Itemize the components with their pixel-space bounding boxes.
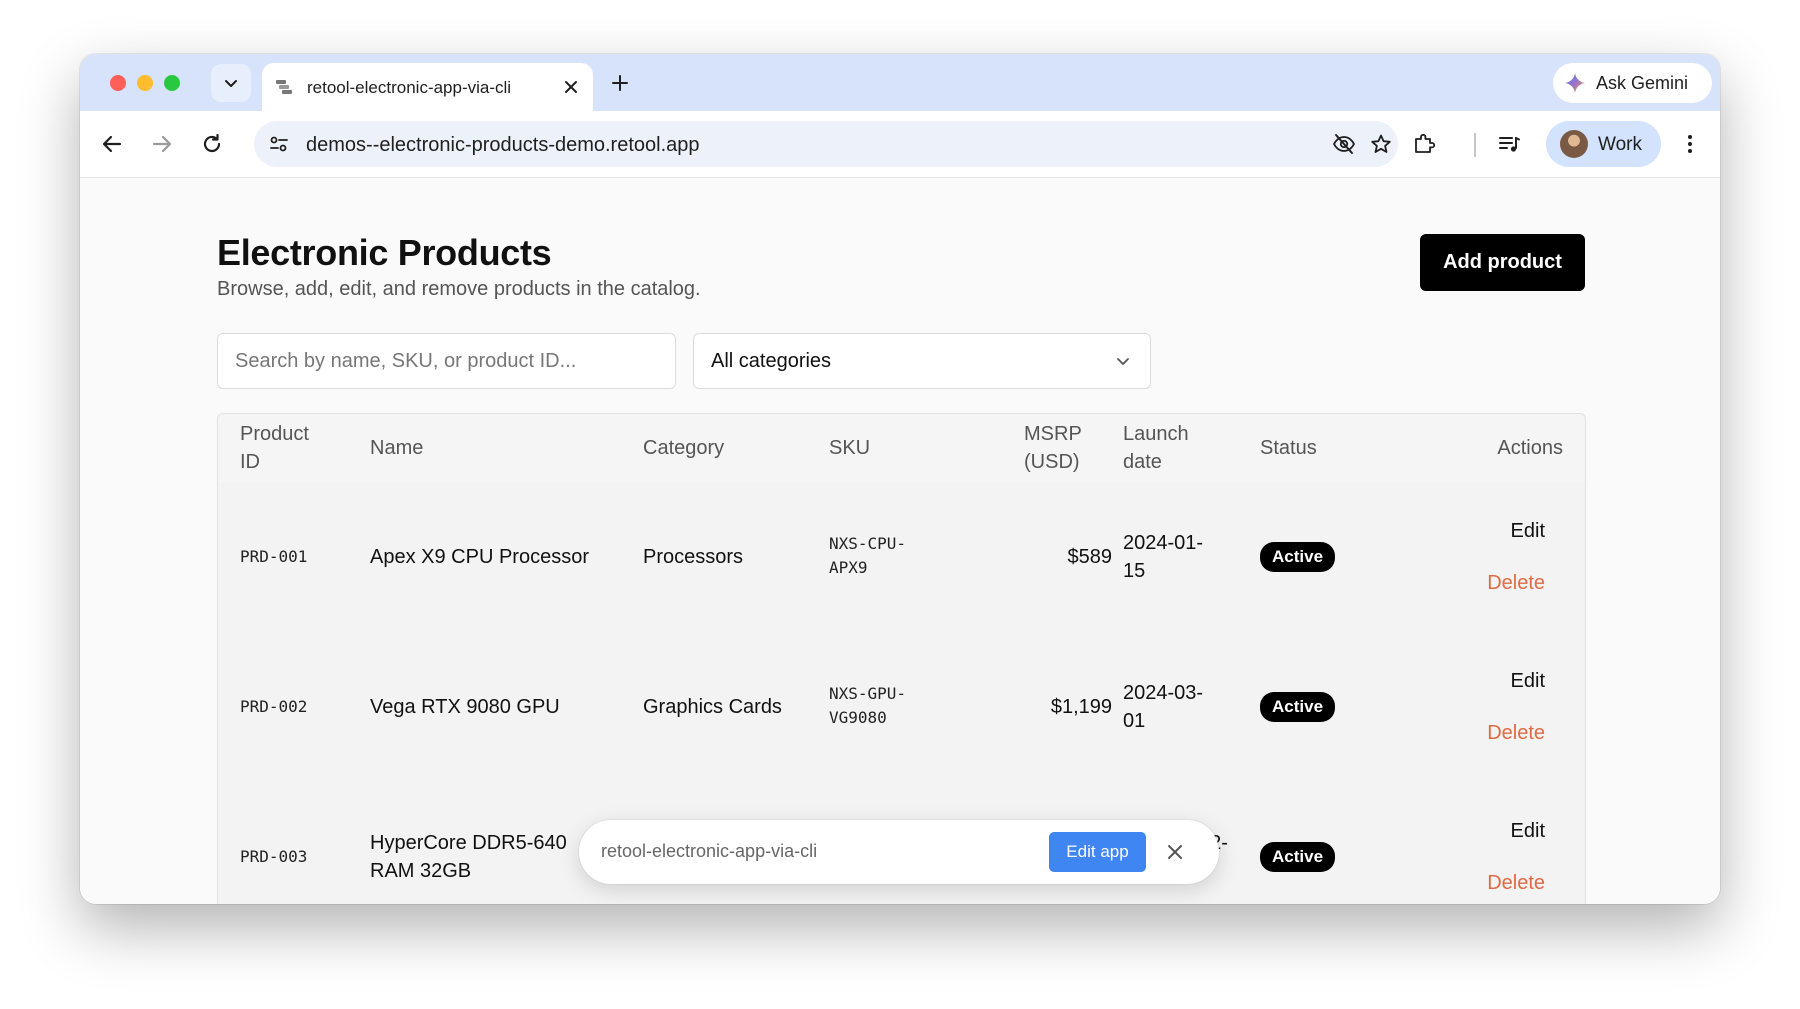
add-product-button[interactable]: Add product <box>1420 234 1585 291</box>
tab-close-button[interactable] <box>559 75 583 99</box>
product-id-cell: PRD-003 <box>240 847 308 866</box>
column-header-product-id[interactable]: Product ID <box>240 420 309 476</box>
status-badge: Active <box>1260 692 1336 722</box>
column-header-name[interactable]: Name <box>370 434 423 462</box>
category-cell: Graphics Cards <box>643 696 782 718</box>
site-info-button[interactable] <box>264 129 294 159</box>
column-header-status[interactable]: Status <box>1260 434 1317 462</box>
url-text[interactable]: demos--electronic-products-demo.retool.a… <box>306 134 700 157</box>
tracking-protection-button[interactable] <box>1329 129 1359 159</box>
floating-bar-close-button[interactable] <box>1161 838 1189 866</box>
bookmark-button[interactable] <box>1366 129 1396 159</box>
forward-button[interactable] <box>147 129 177 159</box>
plus-icon <box>612 75 628 91</box>
arrow-left-icon <box>102 135 122 153</box>
edit-app-button[interactable]: Edit app <box>1049 832 1146 872</box>
tab-title: retool-electronic-app-via-cli <box>307 78 512 97</box>
browser-window: retool-electronic-app-via-cli Ask Gemini… <box>80 54 1720 904</box>
product-id-cell: PRD-001 <box>240 547 308 566</box>
browser-toolbar: demos--electronic-products-demo.retool.a… <box>80 111 1720 178</box>
edit-button[interactable]: Edit <box>1511 820 1545 843</box>
product-name-cell: Apex X9 CPU Processor <box>370 546 589 568</box>
column-header-actions: Actions <box>1497 437 1563 459</box>
close-icon <box>565 81 577 93</box>
delete-button[interactable]: Delete <box>1487 572 1545 595</box>
product-name-cell: Vega RTX 9080 GPU <box>370 696 560 718</box>
table-row: PRD-002 Vega RTX 9080 GPU Graphics Cards… <box>218 633 1585 784</box>
delete-button[interactable]: Delete <box>1487 872 1545 895</box>
retool-floating-bar: retool-electronic-app-via-cli Edit app <box>579 820 1219 884</box>
delete-button[interactable]: Delete <box>1487 722 1545 745</box>
column-header-category[interactable]: Category <box>643 434 724 462</box>
back-button[interactable] <box>97 129 127 159</box>
reload-button[interactable] <box>197 129 227 159</box>
app-name-label: retool-electronic-app-via-cli <box>601 841 818 861</box>
category-select-value: All categories <box>711 350 832 372</box>
table-header: Product ID Name Category SKU MSRP (USD) … <box>218 414 1585 484</box>
avatar <box>1560 130 1588 158</box>
minimize-window-button[interactable] <box>137 75 153 91</box>
reload-icon <box>203 133 221 153</box>
edit-button[interactable]: Edit <box>1511 670 1545 693</box>
tab-strip: retool-electronic-app-via-cli Ask Gemini <box>80 54 1720 111</box>
sku-cell: NXS-CPU- APX9 <box>829 534 907 577</box>
more-vertical-icon <box>1688 135 1692 153</box>
column-header-sku[interactable]: SKU <box>829 434 870 462</box>
toolbar-separator <box>1474 133 1476 157</box>
browser-menu-button[interactable] <box>1675 129 1705 159</box>
profile-label: Work <box>1598 134 1642 155</box>
close-window-button[interactable] <box>110 75 126 91</box>
page-subtitle: Browse, add, edit, and remove products i… <box>217 278 701 300</box>
table-row: PRD-001 Apex X9 CPU Processor Processors… <box>218 483 1585 634</box>
ask-gemini-label: Ask Gemini <box>1596 73 1689 93</box>
msrp-cell: $1,199 <box>1050 696 1112 718</box>
msrp-cell: $589 <box>1067 546 1113 568</box>
close-icon <box>1168 845 1182 859</box>
category-cell: Processors <box>643 546 744 568</box>
chevron-down-icon <box>1117 358 1129 365</box>
new-tab-button[interactable] <box>605 68 635 98</box>
product-name-cell: HyperCore DDR5-640 RAM 32GB <box>370 832 567 882</box>
product-id-cell: PRD-002 <box>240 697 308 716</box>
chevron-down-icon <box>225 80 237 87</box>
extensions-button[interactable] <box>1409 129 1439 159</box>
gemini-sparkle-icon <box>1565 73 1585 93</box>
launch-date-cell: 2024-01- 15 <box>1123 532 1204 582</box>
page-title: Electronic Products <box>217 232 552 273</box>
column-header-launch-date[interactable]: Launch date <box>1123 420 1189 476</box>
address-bar[interactable]: demos--electronic-products-demo.retool.a… <box>254 121 1398 167</box>
sku-cell: NXS-GPU- VG9080 <box>829 684 907 727</box>
category-select[interactable]: All categories <box>693 333 1151 389</box>
eye-off-icon <box>1332 134 1356 154</box>
queue-music-icon <box>1499 137 1520 152</box>
search-input[interactable] <box>217 333 676 389</box>
launch-date-cell: 2024-03- 01 <box>1123 682 1204 732</box>
browser-tab[interactable]: retool-electronic-app-via-cli <box>262 63 593 111</box>
tune-icon <box>270 136 288 152</box>
app-page: Electronic Products Browse, add, edit, a… <box>80 178 1720 904</box>
status-badge: Active <box>1260 842 1336 872</box>
puzzle-icon <box>1415 133 1436 153</box>
ask-gemini-button[interactable]: Ask Gemini <box>1553 63 1712 103</box>
arrow-right-icon <box>152 135 172 153</box>
star-icon <box>1371 134 1391 153</box>
status-badge: Active <box>1260 542 1336 572</box>
reading-list-button[interactable] <box>1494 129 1524 159</box>
column-header-msrp[interactable]: MSRP (USD) <box>1024 420 1082 476</box>
maximize-window-button[interactable] <box>164 75 180 91</box>
edit-button[interactable]: Edit <box>1511 520 1545 543</box>
profile-button[interactable]: Work <box>1546 121 1661 167</box>
tab-search-button[interactable] <box>211 64 251 102</box>
retool-favicon-icon <box>276 80 292 94</box>
